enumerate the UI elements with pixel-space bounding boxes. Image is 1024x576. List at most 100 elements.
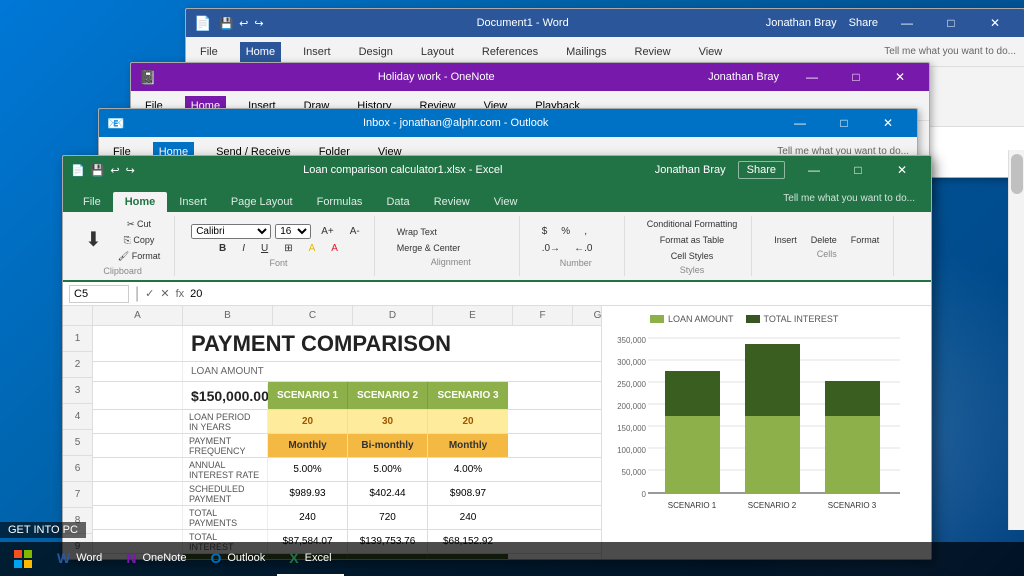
outlook-maximize-btn[interactable]: □ [823, 109, 865, 137]
excel-save-icon[interactable]: 💾 [91, 164, 105, 177]
excel-cancel-icon[interactable]: ✕ [160, 287, 169, 300]
excel-currency-btn[interactable]: $ [536, 224, 554, 239]
taskbar-app-onenote[interactable]: N OneNote [114, 542, 198, 576]
excel-insert-btn[interactable]: Insert [768, 233, 803, 247]
excel-cell-ref[interactable] [69, 285, 129, 303]
taskbar-app-word[interactable]: W Word [45, 542, 114, 576]
excel-format-btn[interactable]: Format [845, 233, 886, 247]
excel-dec-increase-btn[interactable]: .0→ [536, 241, 566, 256]
excel-function-icon[interactable]: fx [176, 288, 185, 300]
taskbar-app-excel[interactable]: X Excel [277, 542, 343, 576]
excel-font-grow-btn[interactable]: A+ [315, 224, 340, 239]
excel-number-label: Number [560, 258, 592, 268]
excel-comma-btn[interactable]: , [578, 224, 593, 239]
word-save-icon[interactable]: 💾 [219, 17, 233, 30]
word-menu-review[interactable]: Review [629, 42, 677, 62]
loan-period-s1: 20 [268, 410, 348, 433]
excel-format-painter-btn[interactable]: 🖌 Format [112, 249, 166, 264]
excel-font-shrink-btn[interactable]: A- [344, 224, 366, 239]
onenote-titlebar: 📓 Holiday work - OneNote Jonathan Bray —… [131, 63, 929, 91]
excel-number-group: $ % , .0→ ←.0 Number [528, 216, 625, 276]
excel-percent-btn[interactable]: % [555, 224, 576, 239]
excel-close-btn[interactable]: ✕ [881, 156, 923, 184]
excel-tab-formulas[interactable]: Formulas [305, 192, 375, 212]
excel-fill-btn[interactable]: A [303, 241, 322, 256]
word-maximize-btn[interactable]: □ [930, 9, 972, 37]
word-menu-insert[interactable]: Insert [297, 42, 337, 62]
excel-tab-view[interactable]: View [482, 192, 530, 212]
scenario1-header: SCENARIO 1 [268, 382, 348, 409]
excel-format-as-table-btn[interactable]: Format as Table [641, 233, 744, 247]
excel-scrollbar[interactable] [1008, 150, 1024, 530]
excel-cut-btn[interactable]: ✂ Cut [112, 217, 166, 232]
scrollbar-thumb[interactable] [1011, 154, 1023, 194]
excel-window-controls[interactable]: — □ ✕ [793, 156, 923, 184]
excel-tab-file[interactable]: File [71, 192, 113, 212]
onenote-minimize-btn[interactable]: — [791, 63, 833, 91]
interest-rate-s1: 5.00% [268, 458, 348, 481]
excel-tab-home[interactable]: Home [113, 192, 168, 212]
word-menu-layout[interactable]: Layout [415, 42, 460, 62]
total-payments-label: TOTAL PAYMENTS [183, 506, 268, 529]
taskbar-start-btn[interactable] [0, 542, 45, 576]
scheduled-payment-s3: $908.97 [428, 482, 508, 505]
excel-paste-btn[interactable]: ⬇ [79, 228, 108, 252]
outlook-controls[interactable]: — □ ✕ [779, 109, 909, 137]
excel-undo-icon[interactable]: ↩ [110, 164, 119, 177]
watermark: GET INTO PC [0, 522, 86, 538]
excel-tell-me[interactable]: Tell me what you want to do... [783, 193, 923, 204]
table-row-title: PAYMENT COMPARISON [93, 326, 601, 362]
excel-check-icon[interactable]: ✓ [145, 287, 154, 300]
word-window-controls[interactable]: — □ ✕ [886, 9, 1016, 37]
excel-maximize-btn[interactable]: □ [837, 156, 879, 184]
word-menu-file[interactable]: File [194, 42, 224, 62]
word-share-btn[interactable]: Share [849, 17, 878, 29]
excel-cell-styles-btn[interactable]: Cell Styles [641, 249, 744, 263]
excel-wrap-text-btn[interactable]: Wrap Text [391, 225, 443, 239]
excel-copy-btn[interactable]: ⎘ Copy [112, 233, 166, 248]
onenote-close-btn[interactable]: ✕ [879, 63, 921, 91]
excel-styles-label: Styles [680, 265, 705, 275]
excel-italic-btn[interactable]: I [236, 241, 251, 256]
excel-share-btn[interactable]: Share [738, 161, 785, 179]
onenote-maximize-btn[interactable]: □ [835, 63, 877, 91]
word-minimize-btn[interactable]: — [886, 9, 928, 37]
excel-underline-btn[interactable]: U [255, 241, 274, 256]
word-menu-home[interactable]: Home [240, 42, 281, 62]
excel-font-select[interactable]: Calibri [191, 224, 271, 239]
excel-tab-page-layout[interactable]: Page Layout [219, 192, 305, 212]
word-tell-me[interactable]: Tell me what you want to do... [884, 46, 1016, 57]
scheduled-payment-s2: $402.44 [348, 482, 428, 505]
excel-size-select[interactable]: 16 [275, 224, 311, 239]
onenote-controls[interactable]: — □ ✕ [791, 63, 921, 91]
excel-color-btn[interactable]: A [325, 241, 344, 256]
excel-tab-review[interactable]: Review [422, 192, 482, 212]
word-redo-icon[interactable]: ↪ [254, 17, 263, 30]
excel-tab-bar: File Home Insert Page Layout Formulas Da… [63, 184, 931, 212]
chart-legend-loan: LOAN AMOUNT [650, 314, 734, 324]
desktop: 📄 💾 ↩ ↪ Document1 - Word Jonathan Bray S… [0, 0, 1024, 576]
outlook-minimize-btn[interactable]: — [779, 109, 821, 137]
onenote-taskbar-icon: N [126, 550, 136, 566]
excel-tab-insert[interactable]: Insert [167, 192, 219, 212]
word-menu-view[interactable]: View [693, 42, 729, 62]
taskbar-app-outlook[interactable]: O Outlook [198, 542, 277, 576]
payment-freq-s2: Bi-monthly [348, 434, 428, 457]
excel-minimize-btn[interactable]: — [793, 156, 835, 184]
excel-border-btn[interactable]: ⊞ [278, 241, 298, 256]
word-close-btn[interactable]: ✕ [974, 9, 1016, 37]
excel-delete-btn[interactable]: Delete [805, 233, 843, 247]
excel-redo-icon[interactable]: ↪ [126, 164, 135, 177]
excel-font-group: Calibri 16 A+ A- B I U ⊞ A A Font [183, 216, 375, 276]
word-menu-design[interactable]: Design [353, 42, 399, 62]
excel-merge-center-btn[interactable]: Merge & Center [391, 241, 467, 255]
excel-dec-decrease-btn[interactable]: ←.0 [568, 241, 598, 256]
outlook-close-btn[interactable]: ✕ [867, 109, 909, 137]
excel-conditional-formatting-btn[interactable]: Conditional Formatting [641, 217, 744, 231]
excel-bold-btn[interactable]: B [213, 241, 232, 256]
excel-formula-input[interactable] [190, 288, 925, 300]
word-menu-references[interactable]: References [476, 42, 544, 62]
word-menu-mailings[interactable]: Mailings [560, 42, 612, 62]
word-undo-icon[interactable]: ↩ [239, 17, 248, 30]
excel-tab-data[interactable]: Data [374, 192, 421, 212]
